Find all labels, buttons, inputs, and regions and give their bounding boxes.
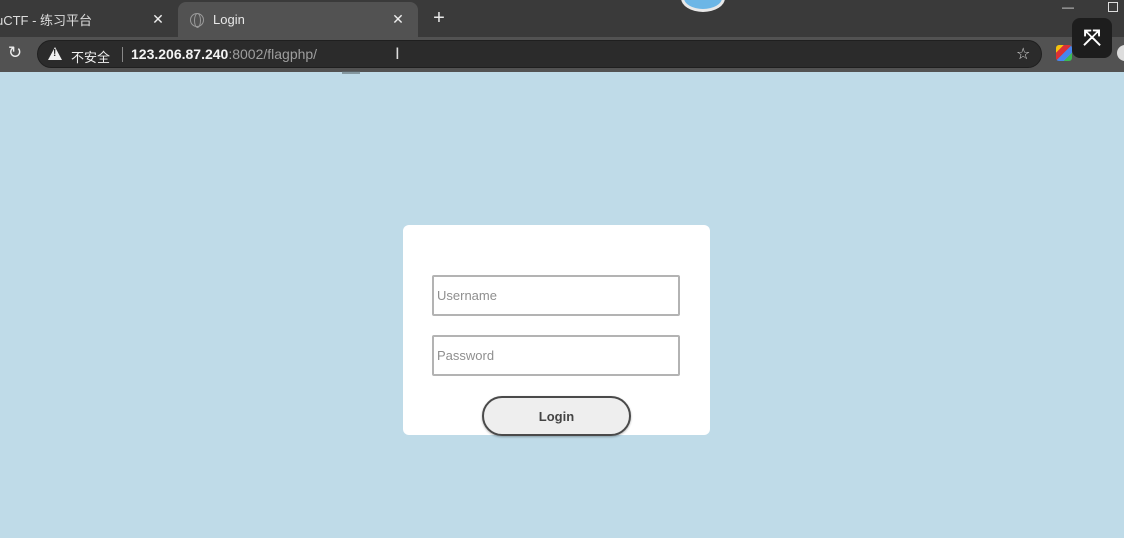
address-bar[interactable]: 不安全 123.206.87.240:8002/flagphp/ I ☆ xyxy=(37,40,1042,68)
tab-title: Login xyxy=(213,12,245,27)
new-tab-button[interactable]: + xyxy=(429,7,449,29)
profile-icon[interactable] xyxy=(1117,45,1124,61)
username-input[interactable] xyxy=(432,275,680,316)
password-input[interactable] xyxy=(432,335,680,376)
tab-strip: uCTF - 练习平台 ✕ Login ✕ + — xyxy=(0,0,1124,37)
login-button[interactable]: Login xyxy=(482,396,631,436)
close-tab-icon[interactable]: ✕ xyxy=(150,11,166,27)
tab-practice-platform[interactable]: uCTF - 练习平台 ✕ xyxy=(0,2,178,37)
login-card: Login xyxy=(403,225,710,436)
url-path: :8002/flagphp/ xyxy=(228,46,318,62)
minimize-icon[interactable]: — xyxy=(1061,0,1075,14)
divider xyxy=(122,47,123,62)
fullscreen-icon[interactable]: ⤧ xyxy=(1072,18,1112,58)
close-tab-icon[interactable]: ✕ xyxy=(390,11,406,27)
text-cursor-icon: I xyxy=(395,44,400,63)
security-label[interactable]: 不安全 xyxy=(71,47,110,66)
reload-icon[interactable]: ↻ xyxy=(5,43,25,63)
tab-login[interactable]: Login ✕ xyxy=(178,2,418,37)
url-host: 123.206.87.240 xyxy=(131,46,229,62)
warning-icon[interactable] xyxy=(48,47,62,60)
divider xyxy=(342,71,360,74)
overlay-circle-icon xyxy=(681,0,725,12)
url-text[interactable]: 123.206.87.240:8002/flagphp/ xyxy=(131,46,317,62)
globe-icon xyxy=(190,12,204,28)
maximize-icon[interactable] xyxy=(1108,2,1118,12)
extension-icon[interactable] xyxy=(1056,45,1072,61)
star-icon[interactable]: ☆ xyxy=(1016,44,1030,64)
browser-toolbar: ↻ 不安全 123.206.87.240:8002/flagphp/ I ☆ ✣ xyxy=(0,37,1124,72)
tab-title: uCTF - 练习平台 xyxy=(0,13,93,28)
